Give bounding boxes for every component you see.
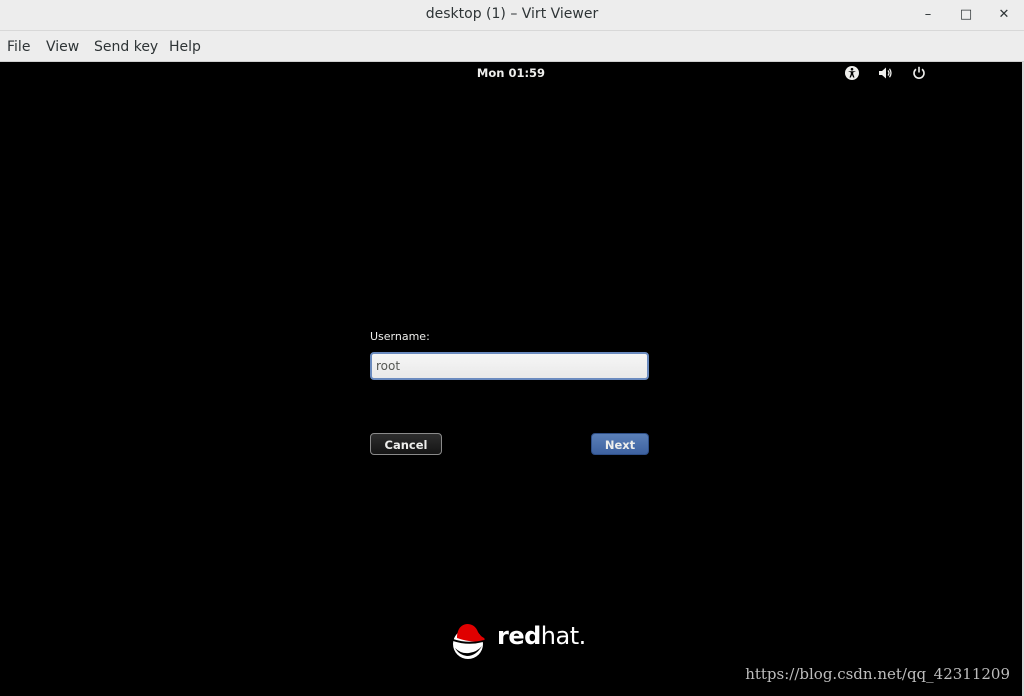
power-icon[interactable] (911, 65, 927, 81)
next-button[interactable]: Next (591, 433, 649, 455)
brand-part1: red (497, 622, 541, 650)
brand-part2: hat (540, 622, 579, 650)
redhat-logo: redhat. (449, 620, 586, 660)
accessibility-icon[interactable] (844, 65, 860, 81)
username-label: Username: (370, 330, 430, 343)
brand-wordmark: redhat. (497, 622, 586, 650)
username-input[interactable] (376, 354, 636, 378)
maximize-icon[interactable]: □ (956, 5, 976, 25)
menu-file[interactable]: File (7, 31, 30, 61)
brand-symbol: . (578, 622, 587, 650)
menubar: File View Send key Help (0, 31, 1024, 62)
shadowman-icon (453, 624, 485, 659)
cancel-button[interactable]: Cancel (370, 433, 442, 455)
window-title: desktop (1) – Virt Viewer (425, 6, 599, 22)
vm-display[interactable]: Mon 01:59 Username: Cancel Next redhat. … (0, 62, 1024, 696)
volume-icon[interactable] (877, 65, 893, 81)
menu-help[interactable]: Help (169, 31, 201, 61)
menu-send-key[interactable]: Send key (94, 31, 158, 61)
close-icon[interactable]: ✕ (994, 5, 1014, 25)
watermark-text: https://blog.csdn.net/qq_42311209 (745, 665, 1010, 683)
clock[interactable]: Mon 01:59 (461, 66, 561, 80)
minimize-icon[interactable]: – (918, 5, 938, 25)
username-field-frame[interactable] (370, 352, 649, 380)
window-titlebar[interactable]: desktop (1) – Virt Viewer – □ ✕ (0, 0, 1024, 31)
menu-view[interactable]: View (46, 31, 79, 61)
